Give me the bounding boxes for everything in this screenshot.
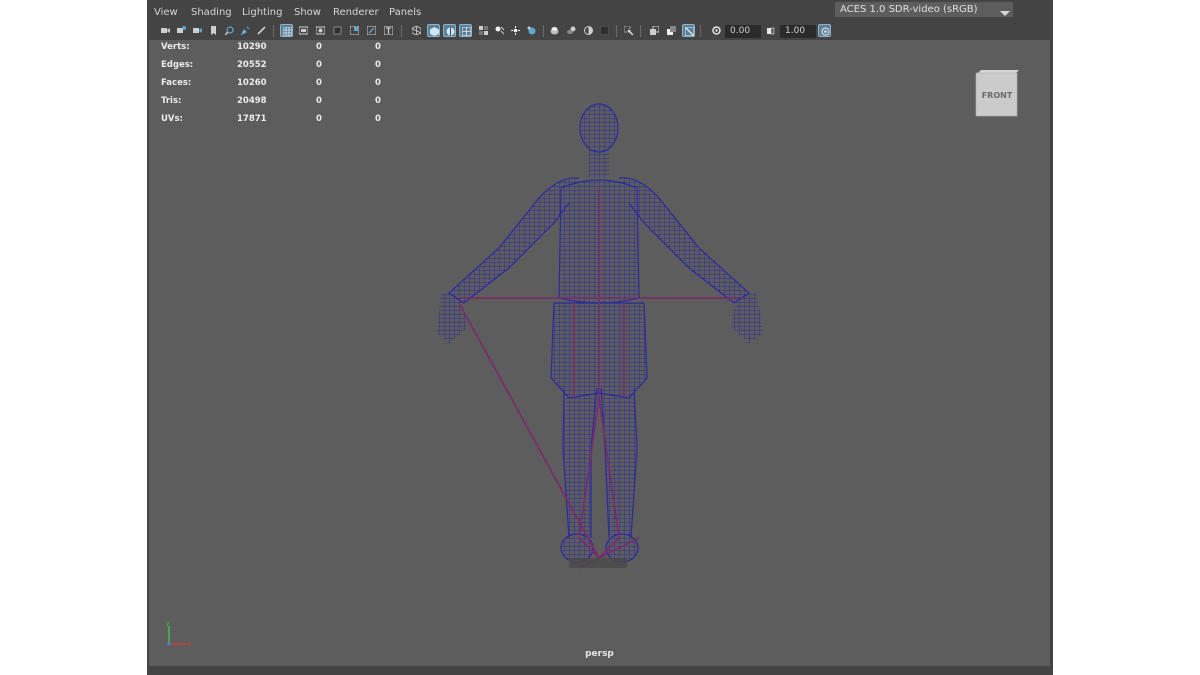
multisample-aa-icon[interactable]	[548, 24, 561, 37]
hud-label: Edges:	[161, 60, 194, 70]
shadows-icon[interactable]	[493, 24, 506, 37]
maya-viewport-panel: View Shading Lighting Show Renderer Pane…	[147, 0, 1053, 675]
smooth-shade-icon[interactable]	[427, 24, 440, 37]
page-margin	[1053, 0, 1200, 675]
color-management-icon[interactable]	[818, 24, 831, 37]
textured-icon[interactable]	[459, 24, 472, 37]
view-cube-face-label[interactable]: FRONT	[975, 91, 1019, 100]
wireframe-icon[interactable]	[410, 24, 423, 37]
grid-icon[interactable]	[280, 24, 293, 37]
hud-label: UVs:	[161, 114, 183, 124]
hud-value: 0	[375, 78, 381, 88]
hud-value: 0	[316, 42, 322, 52]
exposure-field[interactable]: 0.00	[725, 25, 761, 38]
gamma-icon[interactable]	[764, 24, 777, 37]
axis-x-label: x	[188, 641, 192, 648]
safe-action-icon[interactable]	[365, 24, 378, 37]
camera-attributes-icon[interactable]	[175, 24, 188, 37]
3d-viewport[interactable]: Verts: 10290 0 0 Edges: 20552 0 0 Faces:…	[149, 40, 1050, 666]
menu-lighting[interactable]: Lighting	[242, 7, 282, 18]
highlight-icon[interactable]	[682, 24, 695, 37]
menu-show[interactable]: Show	[294, 7, 321, 18]
menu-renderer[interactable]: Renderer	[333, 7, 379, 18]
hud-value: 0	[375, 42, 381, 52]
hud-value: 0	[316, 78, 322, 88]
highlight-icon[interactable]	[665, 24, 678, 37]
axis-gizmo-icon: y x	[166, 620, 192, 648]
hud-label: Tris:	[161, 96, 182, 106]
menu-shading[interactable]: Shading	[191, 7, 232, 18]
hud-value: 10260	[237, 78, 267, 88]
hud-value: 0	[316, 60, 322, 70]
screen-space-ao-icon[interactable]	[509, 24, 522, 37]
motion-blur-icon[interactable]	[525, 24, 538, 37]
hud-value: 20552	[237, 60, 267, 70]
toolbar-separator	[640, 25, 641, 37]
hud-value: 0	[375, 96, 381, 106]
xray-icon[interactable]	[582, 24, 595, 37]
depth-of-field-icon[interactable]	[565, 24, 578, 37]
toolbar-separator	[616, 25, 617, 37]
2d-pan-zoom-icon[interactable]	[223, 24, 236, 37]
hud-value: 0	[375, 114, 381, 124]
character-wireframe-mesh[interactable]	[429, 98, 769, 578]
toolbar-separator	[273, 25, 274, 37]
toolbar-separator	[543, 25, 544, 37]
hud-value: 0	[316, 96, 322, 106]
safe-title-icon[interactable]	[382, 24, 395, 37]
color-space-dropdown[interactable]: ACES 1.0 SDR-video (sRGB)	[835, 2, 1013, 17]
camera-select-icon[interactable]	[159, 24, 172, 37]
gamma-field[interactable]: 1.00	[780, 25, 816, 38]
resolution-gate-icon[interactable]	[314, 24, 327, 37]
isolate-select-icon[interactable]	[622, 24, 635, 37]
lighting-icon[interactable]	[477, 24, 490, 37]
shade-wireframe-icon[interactable]	[443, 24, 456, 37]
hud-label: Faces:	[161, 78, 192, 88]
exposure-icon[interactable]	[710, 24, 723, 37]
menu-panels[interactable]: Panels	[389, 7, 421, 18]
chevron-down-icon[interactable]	[997, 4, 1013, 16]
axis-y-label: y	[166, 620, 170, 627]
film-gate-icon[interactable]	[297, 24, 310, 37]
toolbar-separator	[700, 25, 701, 37]
hud-value: 0	[375, 60, 381, 70]
grease-pencil-icon[interactable]	[239, 24, 252, 37]
xray-joints-icon[interactable]	[598, 24, 611, 37]
gate-mask-icon[interactable]	[331, 24, 344, 37]
hud-label: Verts:	[161, 42, 190, 52]
grease-pencil-icon[interactable]	[255, 24, 268, 37]
field-chart-icon[interactable]	[348, 24, 361, 37]
toolbar-separator	[401, 25, 402, 37]
menu-view[interactable]: View	[154, 7, 178, 18]
hud-value: 10290	[237, 42, 267, 52]
hud-value: 20498	[237, 96, 267, 106]
hud-value: 17871	[237, 114, 267, 124]
panel-toolbar: 0.00 1.00	[147, 22, 1053, 40]
hud-value: 0	[316, 114, 322, 124]
image-plane-icon[interactable]	[207, 24, 220, 37]
highlight-icon[interactable]	[648, 24, 661, 37]
bookmark-icon[interactable]	[191, 24, 204, 37]
camera-name-label: persp	[585, 649, 614, 659]
